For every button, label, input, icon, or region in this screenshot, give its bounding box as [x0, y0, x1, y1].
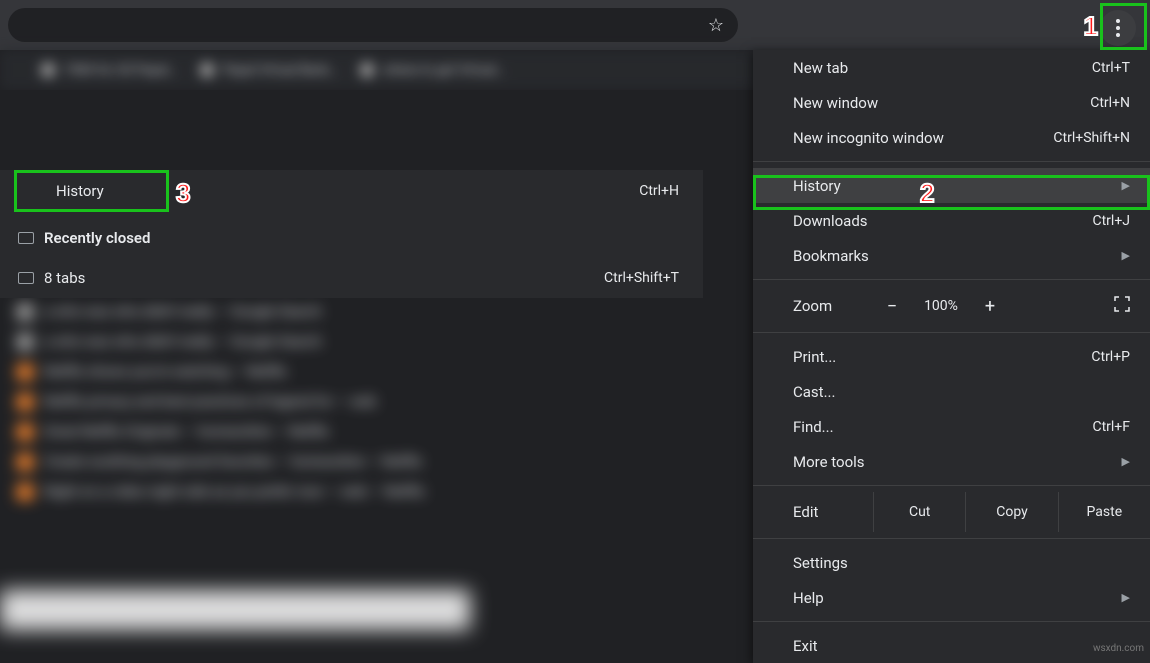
bookmark-label: where to get Virtual…: [383, 63, 504, 78]
shortcut-text: Ctrl+T: [1092, 60, 1130, 76]
history-submenu: History Ctrl+H Recently closed 8 tabs Ct…: [0, 170, 703, 298]
edit-copy-button[interactable]: Copy: [965, 492, 1057, 532]
menu-new-incognito[interactable]: New incognito window Ctrl+Shift+N: [753, 120, 1150, 155]
favicon-icon: [359, 62, 375, 78]
menu-new-window[interactable]: New window Ctrl+N: [753, 85, 1150, 120]
submenu-open-history[interactable]: History Ctrl+H: [0, 170, 703, 212]
menu-label: Help: [793, 589, 824, 607]
menu-label: History: [793, 177, 841, 195]
menu-label: New tab: [793, 59, 848, 77]
edit-cut-button[interactable]: Cut: [873, 492, 965, 532]
tabs-icon: [18, 272, 44, 284]
submenu-arrow-icon: ▶: [1122, 455, 1130, 468]
menu-zoom-row: Zoom − 100% +: [753, 286, 1150, 326]
fullscreen-button[interactable]: [1114, 296, 1130, 316]
omnibox[interactable]: ☆: [8, 8, 738, 42]
favicon-icon: [199, 62, 215, 78]
shortcut-text: Ctrl+Shift+T: [604, 270, 679, 286]
fullscreen-icon: [1114, 296, 1130, 312]
zoom-percentage: 100%: [911, 298, 971, 314]
menu-label: Cast...: [793, 383, 835, 401]
submenu-arrow-icon: ▶: [1122, 179, 1130, 192]
watermark-text: wsxdn.com: [1093, 643, 1144, 654]
edit-label: Edit: [793, 503, 873, 521]
chrome-main-menu: New tab Ctrl+T New window Ctrl+N New inc…: [753, 50, 1150, 663]
submenu-arrow-icon: ▶: [1122, 591, 1130, 604]
favicon-icon: [40, 62, 56, 78]
menu-more-tools[interactable]: More tools ▶: [753, 444, 1150, 479]
bookmark-item[interactable]: 1984 for US Papal…: [40, 62, 177, 78]
bookmark-item[interactable]: where to get Virtual…: [359, 62, 504, 78]
recently-closed-label: Recently closed: [44, 229, 150, 247]
menu-separator: [753, 161, 1150, 162]
menu-kebab-button[interactable]: [1100, 10, 1136, 46]
menu-exit[interactable]: Exit: [753, 628, 1150, 663]
menu-separator: [753, 485, 1150, 486]
shortcut-text: Ctrl+F: [1092, 419, 1130, 435]
tabs-icon: [18, 232, 44, 244]
menu-cast[interactable]: Cast...: [753, 374, 1150, 409]
shortcut-text: Ctrl+Shift+N: [1053, 130, 1130, 146]
menu-label: Settings: [793, 554, 848, 572]
bookmark-label: 1984 for US Papal…: [64, 63, 177, 78]
menu-label: Downloads: [793, 212, 868, 230]
menu-label: More tools: [793, 453, 865, 471]
blurred-bar: [0, 590, 470, 630]
submenu-history-label: History: [44, 176, 116, 206]
menu-label: Bookmarks: [793, 247, 869, 265]
menu-settings[interactable]: Settings: [753, 545, 1150, 580]
menu-separator: [753, 621, 1150, 622]
menu-history[interactable]: History ▶: [753, 168, 1150, 203]
zoom-label: Zoom: [793, 297, 873, 315]
menu-separator: [753, 279, 1150, 280]
kebab-icon: [1116, 26, 1120, 30]
bookmark-label: Papal Virtual Bank…: [223, 63, 338, 78]
submenu-eight-tabs[interactable]: 8 tabs Ctrl+Shift+T: [0, 258, 703, 298]
bookmark-item[interactable]: Papal Virtual Bank…: [199, 62, 338, 78]
eight-tabs-label: 8 tabs: [44, 269, 85, 287]
menu-label: Find...: [793, 418, 834, 436]
zoom-out-button[interactable]: −: [873, 296, 911, 317]
menu-downloads[interactable]: Downloads Ctrl+J: [753, 203, 1150, 238]
zoom-in-button[interactable]: +: [971, 296, 1009, 317]
shortcut-text: Ctrl+H: [639, 183, 679, 199]
menu-help[interactable]: Help ▶: [753, 580, 1150, 615]
menu-find[interactable]: Find... Ctrl+F: [753, 409, 1150, 444]
submenu-recently-closed: Recently closed: [0, 218, 703, 258]
history-list-blurred: a who was who didn't really — Google Sea…: [16, 297, 616, 507]
menu-new-tab[interactable]: New tab Ctrl+T: [753, 50, 1150, 85]
menu-separator: [753, 332, 1150, 333]
shortcut-text: Ctrl+N: [1090, 95, 1130, 111]
shortcut-text: Ctrl+J: [1092, 213, 1130, 229]
menu-edit-row: Edit Cut Copy Paste: [753, 492, 1150, 532]
edit-paste-button[interactable]: Paste: [1058, 492, 1150, 532]
browser-toolbar: ☆: [0, 0, 1150, 50]
shortcut-text: Ctrl+P: [1091, 349, 1130, 365]
menu-label: New incognito window: [793, 129, 944, 147]
submenu-arrow-icon: ▶: [1122, 249, 1130, 262]
bookmark-star-icon[interactable]: ☆: [708, 15, 724, 36]
menu-separator: [753, 538, 1150, 539]
menu-label: Print...: [793, 348, 836, 366]
menu-label: New window: [793, 94, 878, 112]
menu-label: Exit: [793, 637, 818, 655]
menu-bookmarks[interactable]: Bookmarks ▶: [753, 238, 1150, 273]
menu-print[interactable]: Print... Ctrl+P: [753, 339, 1150, 374]
